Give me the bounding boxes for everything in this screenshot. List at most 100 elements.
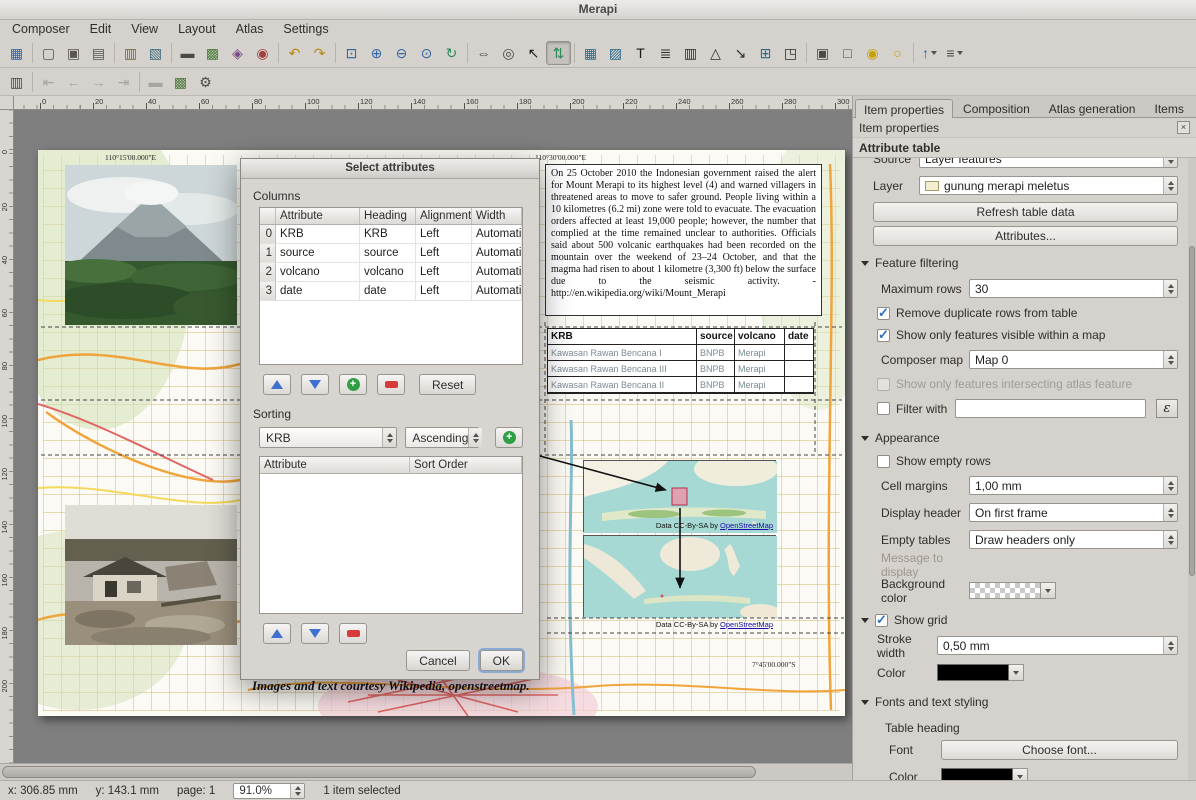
overview-map-2-item[interactable]: [583, 535, 776, 617]
atlas-settings-button[interactable]: ⚙: [193, 70, 218, 94]
export-as-svg-button[interactable]: ◈: [225, 41, 250, 65]
remove-duplicate-rows-checkbox[interactable]: [877, 307, 890, 320]
empty-tables-combo[interactable]: Draw headers only: [969, 530, 1178, 549]
menu-settings[interactable]: Settings: [273, 20, 338, 38]
add-attribute-button[interactable]: +: [339, 374, 367, 395]
menu-composer[interactable]: Composer: [2, 20, 80, 38]
stroke-width-spinner[interactable]: 0,50 mm: [937, 636, 1178, 655]
tab-atlas-generation[interactable]: Atlas generation: [1040, 98, 1145, 117]
align-items-button[interactable]: ≡: [942, 41, 967, 65]
tab-composition[interactable]: Composition: [954, 98, 1039, 117]
attribute-row[interactable]: 1sourcesourceLeftAutomatic: [260, 244, 522, 263]
zoom-actual-button[interactable]: ⊙: [414, 41, 439, 65]
sort-attribute-combo[interactable]: KRB: [259, 427, 397, 448]
export-as-pdf-button[interactable]: ◉: [250, 41, 275, 65]
remove-attribute-button[interactable]: [377, 374, 405, 395]
add-new-label-button[interactable]: T: [628, 41, 653, 65]
attribute-row[interactable]: 3datedateLeftAutomatic: [260, 282, 522, 301]
move-item-content-button[interactable]: ⇅: [546, 41, 571, 65]
previous-feature-button[interactable]: ←: [61, 70, 86, 94]
menu-atlas[interactable]: Atlas: [226, 20, 274, 38]
add-attribute-table-button[interactable]: ⊞: [753, 41, 778, 65]
dialog-titlebar[interactable]: Select attributes: [241, 159, 539, 179]
reset-button[interactable]: Reset: [419, 374, 476, 395]
add-image-button[interactable]: ▨: [603, 41, 628, 65]
window-titlebar[interactable]: Merapi: [0, 0, 1196, 20]
redo-button[interactable]: ↷: [307, 41, 332, 65]
zoom-full-button[interactable]: ⊡: [339, 41, 364, 65]
menu-layout[interactable]: Layout: [168, 20, 226, 38]
display-header-combo[interactable]: On first frame: [969, 503, 1178, 522]
credit-link[interactable]: OpenStreetMap: [720, 620, 773, 629]
zoom-combo[interactable]: 91.0%: [233, 783, 305, 799]
attributes-button[interactable]: Attributes...: [873, 226, 1178, 246]
layer-combo[interactable]: gunung merapi meletus: [919, 176, 1178, 195]
attribute-row[interactable]: 2volcanovolcanoLeftAutomatic: [260, 263, 522, 282]
pan-composer-button[interactable]: ⇔: [471, 41, 496, 65]
add-basic-shape-button[interactable]: △: [703, 41, 728, 65]
add-new-legend-button[interactable]: ≣: [653, 41, 678, 65]
panel-scrollbar-thumb[interactable]: [1189, 246, 1195, 576]
fonts-section-header[interactable]: Fonts and text styling: [861, 691, 1178, 713]
next-feature-button[interactable]: →: [86, 70, 111, 94]
add-arrow-button[interactable]: ↘: [728, 41, 753, 65]
intersect-atlas-checkbox[interactable]: [877, 378, 890, 391]
volcano-photo-item[interactable]: [65, 165, 237, 325]
caption-item[interactable]: Images and text courtesy Wikipedia, open…: [252, 678, 592, 694]
raise-items-button[interactable]: ↑: [917, 41, 942, 65]
close-panel-button[interactable]: ×: [1177, 121, 1190, 134]
ungroup-items-button[interactable]: □: [835, 41, 860, 65]
export-atlas-button[interactable]: ▩: [168, 70, 193, 94]
heading-color-swatch[interactable]: [941, 768, 1013, 780]
horizontal-scrollbar-thumb[interactable]: [2, 766, 756, 778]
print-atlas-button[interactable]: ▬: [143, 70, 168, 94]
sort-order-combo[interactable]: Ascending: [405, 427, 479, 448]
maximum-rows-spinner[interactable]: 30: [969, 279, 1178, 298]
add-new-scalebar-button[interactable]: ▥: [678, 41, 703, 65]
add-html-frame-button[interactable]: ◳: [778, 41, 803, 65]
article-text-item[interactable]: On 25 October 2010 the Indonesian govern…: [545, 164, 822, 316]
move-attribute-up-button[interactable]: [263, 374, 291, 395]
vertical-ruler[interactable]: 020406080100120140160180200: [0, 110, 14, 763]
refresh-view-button[interactable]: ↻: [439, 41, 464, 65]
last-feature-button[interactable]: ⇥: [111, 70, 136, 94]
horizontal-ruler[interactable]: 0204060801001201401601802002202402602803…: [14, 96, 852, 110]
group-items-button[interactable]: ▣: [810, 41, 835, 65]
print-button[interactable]: ▬: [175, 41, 200, 65]
new-composition-button[interactable]: ▢: [36, 41, 61, 65]
heading-color-dropdown[interactable]: [1013, 768, 1028, 780]
menu-view[interactable]: View: [121, 20, 168, 38]
credit-link[interactable]: OpenStreetMap: [720, 521, 773, 530]
grid-color-swatch[interactable]: [937, 664, 1009, 681]
add-sort-column-button[interactable]: +: [495, 427, 523, 448]
zoom-in-button[interactable]: ⊕: [364, 41, 389, 65]
show-empty-rows-checkbox[interactable]: [877, 455, 890, 468]
lock-items-button[interactable]: ◉: [860, 41, 885, 65]
filter-expression-input[interactable]: [955, 399, 1146, 418]
add-new-map-button[interactable]: ▦: [578, 41, 603, 65]
tab-item-properties[interactable]: Item properties: [855, 99, 953, 118]
show-grid-section-header[interactable]: Show grid: [861, 609, 1178, 631]
preview-atlas-button[interactable]: ▥: [4, 70, 29, 94]
cancel-button[interactable]: Cancel: [406, 650, 469, 671]
save-as-template-button[interactable]: ▧: [143, 41, 168, 65]
tab-items[interactable]: Items: [1145, 98, 1192, 117]
export-as-image-button[interactable]: ▩: [200, 41, 225, 65]
horizontal-scrollbar[interactable]: [0, 763, 852, 780]
expression-builder-button[interactable]: ε: [1156, 399, 1178, 418]
unlock-all-items-button[interactable]: ○: [885, 41, 910, 65]
cell-margins-spinner[interactable]: 1,00 mm: [969, 476, 1178, 495]
zoom-tool-button[interactable]: ◎: [496, 41, 521, 65]
source-combo[interactable]: Layer features: [919, 158, 1178, 168]
remove-sort-button[interactable]: [339, 623, 367, 644]
background-color-swatch[interactable]: [969, 582, 1041, 599]
show-grid-checkbox[interactable]: [875, 614, 888, 627]
background-color-dropdown[interactable]: [1041, 582, 1056, 599]
load-from-template-button[interactable]: ▥: [118, 41, 143, 65]
show-visible-features-checkbox[interactable]: [877, 329, 890, 342]
grid-color-dropdown[interactable]: [1009, 664, 1024, 681]
move-attribute-down-button[interactable]: [301, 374, 329, 395]
composer-map-combo[interactable]: Map 0: [969, 350, 1178, 369]
damage-photo-item[interactable]: [65, 505, 237, 645]
attribute-table-item[interactable]: KRBsourcevolcanodateKawasan Rawan Bencan…: [547, 328, 814, 394]
